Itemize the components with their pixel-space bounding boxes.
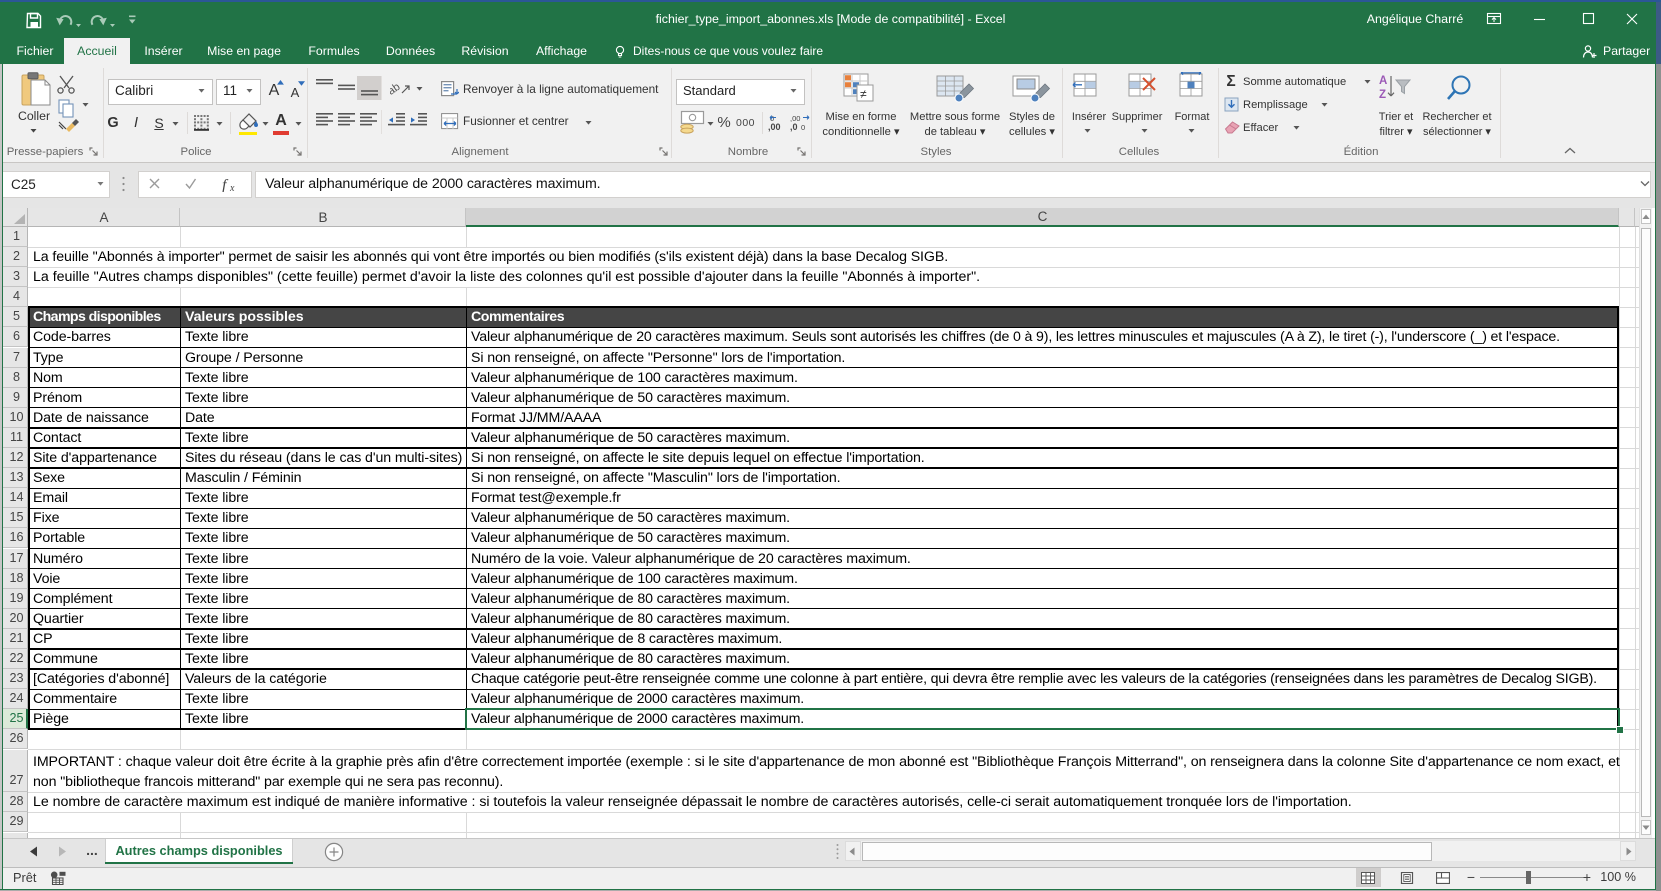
svg-text:≠: ≠ <box>860 87 867 101</box>
svg-text:Z: Z <box>1379 89 1386 101</box>
svg-text:,00: ,00 <box>768 122 781 132</box>
svg-text:A: A <box>1379 75 1387 87</box>
svg-text:ab: ab <box>390 81 402 98</box>
svg-text:x: x <box>229 183 235 192</box>
svg-text:f: f <box>222 177 229 192</box>
svg-text:,0: ,0 <box>790 122 798 132</box>
